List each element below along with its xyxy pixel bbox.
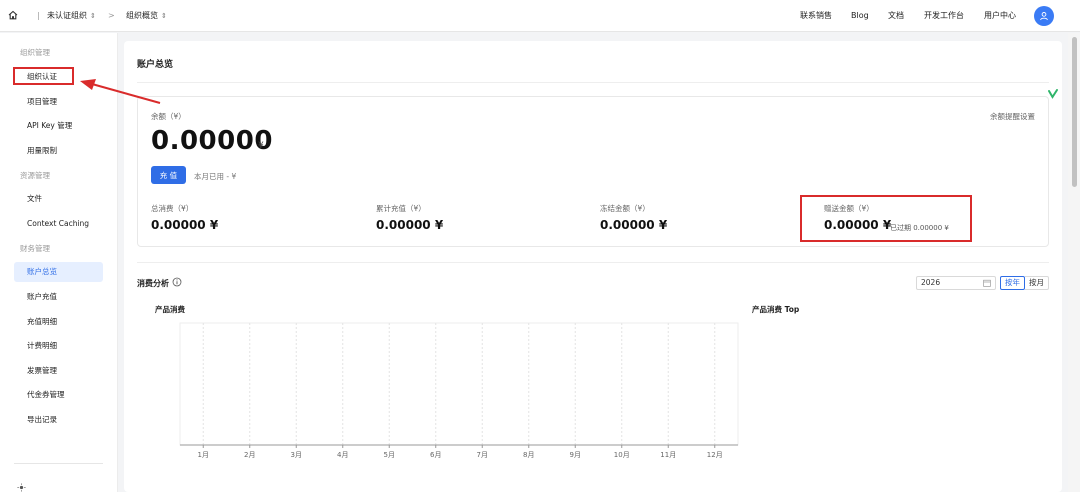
sun-icon[interactable] bbox=[17, 483, 26, 492]
analysis-title: 消费分析 bbox=[137, 279, 169, 288]
year-picker-input[interactable]: 2026 bbox=[916, 276, 996, 290]
info-icon[interactable] bbox=[172, 277, 182, 287]
sidebar-item-export-records[interactable]: 导出记录 bbox=[14, 410, 103, 430]
sidebar-item-invoices[interactable]: 发票管理 bbox=[14, 361, 103, 381]
sidebar-group-org: 组织管理 bbox=[20, 48, 50, 57]
sidebar-item-billing-details[interactable]: 计费明细 bbox=[14, 336, 103, 356]
chart-x-tick-label: 6月 bbox=[430, 451, 441, 459]
stat-total-spend-label: 总消费（¥） bbox=[151, 204, 194, 213]
sidebar-item-context-caching[interactable]: Context Caching bbox=[14, 214, 103, 234]
balance-unit: ¥ bbox=[258, 141, 264, 151]
chevron-updown-icon: ⇕ bbox=[161, 12, 167, 20]
chart-left-title: 产品消费 bbox=[155, 305, 185, 314]
stat-frozen-value: 0.00000 ¥ bbox=[600, 218, 668, 232]
balance-label: 余额（¥） bbox=[151, 112, 186, 121]
breadcrumb-org[interactable]: 未认证组织 ⇕ bbox=[47, 0, 96, 32]
chart-x-tick-label: 12月 bbox=[707, 451, 723, 459]
calendar-icon bbox=[983, 279, 991, 287]
stat-total-recharge-value: 0.00000 ¥ bbox=[376, 218, 444, 232]
chart-x-tick-label: 2月 bbox=[244, 451, 255, 459]
sidebar-group-finance: 财务管理 bbox=[20, 244, 50, 253]
sidebar-item-api-keys[interactable]: API Key 管理 bbox=[14, 116, 103, 136]
chart-x-tick-label: 3月 bbox=[291, 451, 302, 459]
chart-x-tick-label: 1月 bbox=[198, 451, 209, 459]
scrollbar-thumb[interactable] bbox=[1072, 37, 1077, 187]
stat-total-recharge-label: 累计充值（¥） bbox=[376, 204, 426, 213]
sidebar-item-account-recharge[interactable]: 账户充值 bbox=[14, 287, 103, 307]
chart-x-tick-label: 11月 bbox=[660, 451, 676, 459]
stat-frozen-label: 冻结金额（¥） bbox=[600, 204, 650, 213]
breadcrumb-page[interactable]: 组织概览 ⇕ bbox=[126, 0, 167, 32]
nav-dev-workbench[interactable]: 开发工作台 bbox=[924, 0, 964, 32]
toggle-by-year[interactable]: 按年 bbox=[1000, 276, 1025, 290]
breadcrumb-separator: > bbox=[108, 11, 115, 20]
chart-x-tick-label: 9月 bbox=[570, 451, 581, 459]
sidebar-item-vouchers[interactable]: 代金券管理 bbox=[14, 385, 103, 405]
chart-x-tick-label: 5月 bbox=[384, 451, 395, 459]
sidebar-divider bbox=[14, 463, 103, 464]
recharge-button[interactable]: 充 值 bbox=[151, 166, 186, 184]
title-divider bbox=[137, 82, 1049, 83]
chart-x-tick-label: 4月 bbox=[337, 451, 348, 459]
balance-alert-setting-link[interactable]: 余额提醒设置 bbox=[990, 111, 1035, 122]
assistant-badge-icon[interactable] bbox=[1047, 88, 1059, 100]
nav-contact-sales[interactable]: 联系销售 bbox=[800, 0, 832, 32]
nav-docs[interactable]: 文档 bbox=[888, 0, 904, 32]
chart-right-title: 产品消费 Top bbox=[752, 305, 800, 314]
chart-x-tick-label: 7月 bbox=[477, 451, 488, 459]
annotation-box-gift-amount bbox=[800, 195, 972, 242]
sidebar-item-projects[interactable]: 项目管理 bbox=[14, 92, 103, 112]
user-icon bbox=[1040, 12, 1048, 21]
sidebar-item-recharge-details[interactable]: 充值明细 bbox=[14, 312, 103, 332]
annotation-box-org-verify bbox=[13, 67, 74, 85]
page-title: 账户总览 bbox=[137, 60, 174, 70]
sidebar-group-resources: 资源管理 bbox=[20, 171, 50, 180]
main-panel: 账户总览 余额（¥） 余额提醒设置 0.00000 ¥ 充 值 本月已用 - ¥… bbox=[124, 41, 1062, 492]
chart-x-tick-label: 10月 bbox=[614, 451, 630, 459]
avatar[interactable] bbox=[1034, 6, 1054, 26]
chart-plot-area bbox=[179, 322, 739, 446]
toggle-by-month[interactable]: 按月 bbox=[1025, 276, 1049, 290]
breadcrumb-divider: | bbox=[37, 11, 40, 20]
stat-total-spend-value: 0.00000 ¥ bbox=[151, 218, 219, 232]
chart-x-tick-label: 8月 bbox=[523, 451, 534, 459]
top-bar: | 未认证组织 ⇕ > 组织概览 ⇕ 联系销售 Blog 文档 开发工作台 用户中心 bbox=[0, 0, 1080, 32]
home-icon[interactable] bbox=[7, 9, 19, 21]
product-spend-chart: 1月 2月 3月 4月 5月 6月 7月 8月 9月 10月 11月 12月 bbox=[179, 322, 739, 459]
nav-user-center[interactable]: 用户中心 bbox=[984, 0, 1016, 32]
sidebar-item-usage-limits[interactable]: 用量限制 bbox=[14, 141, 103, 161]
chevron-updown-icon: ⇕ bbox=[90, 12, 96, 20]
section-divider bbox=[137, 262, 1049, 263]
sidebar-item-files[interactable]: 文件 bbox=[14, 189, 103, 209]
nav-blog[interactable]: Blog bbox=[851, 0, 869, 32]
balance-value: 0.00000 bbox=[151, 126, 273, 156]
month-used-text: 本月已用 - ¥ bbox=[194, 172, 237, 181]
sidebar-item-account-overview[interactable]: 账户总览 bbox=[14, 262, 103, 282]
sidebar: 组织管理 组织认证 项目管理 API Key 管理 用量限制 资源管理 文件 C… bbox=[0, 33, 118, 492]
